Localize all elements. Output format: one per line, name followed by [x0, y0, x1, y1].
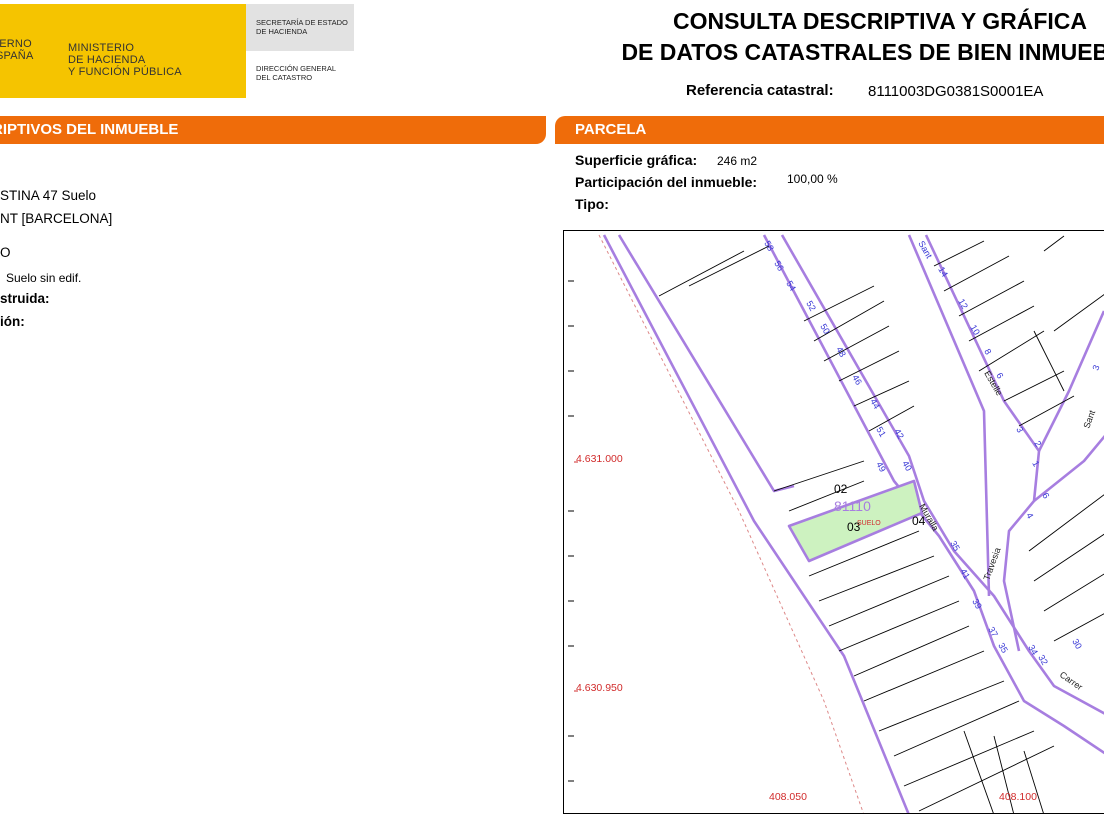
svg-text:30: 30 [1070, 637, 1084, 651]
superficie-grafica-value: 246 m2 [717, 154, 758, 168]
svg-text:39: 39 [970, 597, 984, 611]
svg-text:3: 3 [1014, 425, 1025, 434]
svg-text:58: 58 [762, 239, 776, 253]
uso-value: Suelo sin edif. [6, 271, 82, 285]
section-left-prefix: RIPTIVOS DEL [0, 121, 101, 138]
suelo-label: SUELO [857, 520, 881, 527]
secretaria-box: SECRETARÍA DE ESTADO DE HACIENDA [246, 4, 354, 51]
plot-02-label: 02 [834, 482, 848, 496]
ano-construccion-label: ión: [0, 314, 25, 329]
tipo-label: Tipo: [575, 196, 609, 212]
section-parcela: PARCELA [555, 116, 1104, 144]
svg-text:14: 14 [936, 265, 950, 279]
title-line-1: CONSULTA DESCRIPTIVA Y GRÁFICA [672, 8, 1088, 34]
ref-catastral-value: 8111003DG0381S0001EA [868, 83, 1044, 100]
participacion-label: Participación del inmueble: [575, 174, 758, 190]
coord-x-2: 408.100 [999, 791, 1037, 803]
svg-text:54: 54 [784, 279, 798, 293]
superficie-construida-label: struida: [0, 291, 50, 306]
svg-text:50: 50 [818, 322, 832, 336]
svg-text:34: 34 [1026, 643, 1040, 657]
coord-y-2: 4.630.950 [576, 682, 623, 694]
superficie-grafica-label: Superficie gráfica: [575, 152, 698, 168]
svg-text:49: 49 [874, 460, 888, 474]
coord-y-1: 4.631.000 [576, 453, 623, 465]
ministerio-text: MINISTERIO DE HACIENDA Y FUNCIÓN PÚBLICA [68, 42, 182, 78]
plot-04-label: 04 [912, 514, 926, 528]
street-travesia: Travesia [981, 546, 1002, 582]
gobierno-text: IERNO SPAÑA [0, 38, 34, 62]
address-line-1: STINA 47 Suelo [0, 188, 97, 203]
svg-text:3: 3 [1090, 364, 1101, 372]
direccion-text: DIRECCIÓN GENERAL DEL CATASTRO [256, 64, 337, 82]
gobierno-logo: IERNO SPAÑA MINISTERIO DE HACIENDA Y FUN… [0, 4, 246, 98]
street-sant-right: Sant [1081, 408, 1097, 429]
parcel-id-label: 81110 [834, 498, 871, 514]
cadastral-map[interactable]: 58 56 54 52 50 48 46 44 42 51 40 49 35 4… [563, 230, 1104, 814]
svg-text:12: 12 [956, 297, 970, 311]
svg-text:1: 1 [1030, 459, 1041, 468]
ref-catastral-label: Referencia catastral: [686, 82, 834, 99]
participacion-value: 100,00 % [787, 172, 838, 186]
svg-text:8: 8 [982, 347, 993, 356]
svg-text:35: 35 [948, 539, 962, 553]
svg-text:10: 10 [968, 323, 982, 337]
map-drawing: 58 56 54 52 50 48 46 44 42 51 40 49 35 4… [568, 234, 1104, 813]
coord-x-1: 408.050 [769, 791, 807, 803]
clase-value: O [0, 245, 11, 260]
svg-text:6: 6 [1040, 491, 1051, 500]
title-line-2: DE DATOS CATASTRALES DE BIEN INMUEBLE [621, 39, 1104, 65]
page-title: CONSULTA DESCRIPTIVA Y GRÁFICA DE DATOS … [590, 6, 1104, 68]
address-line-2: NT [BARCELONA] [0, 211, 113, 226]
section-left-bold: INMUEBLE [100, 121, 179, 138]
secretaria-text: SECRETARÍA DE ESTADO DE HACIENDA [256, 18, 348, 36]
section-datos-descriptivos: RIPTIVOS DEL INMUEBLE [0, 116, 546, 144]
svg-text:52: 52 [804, 299, 818, 313]
